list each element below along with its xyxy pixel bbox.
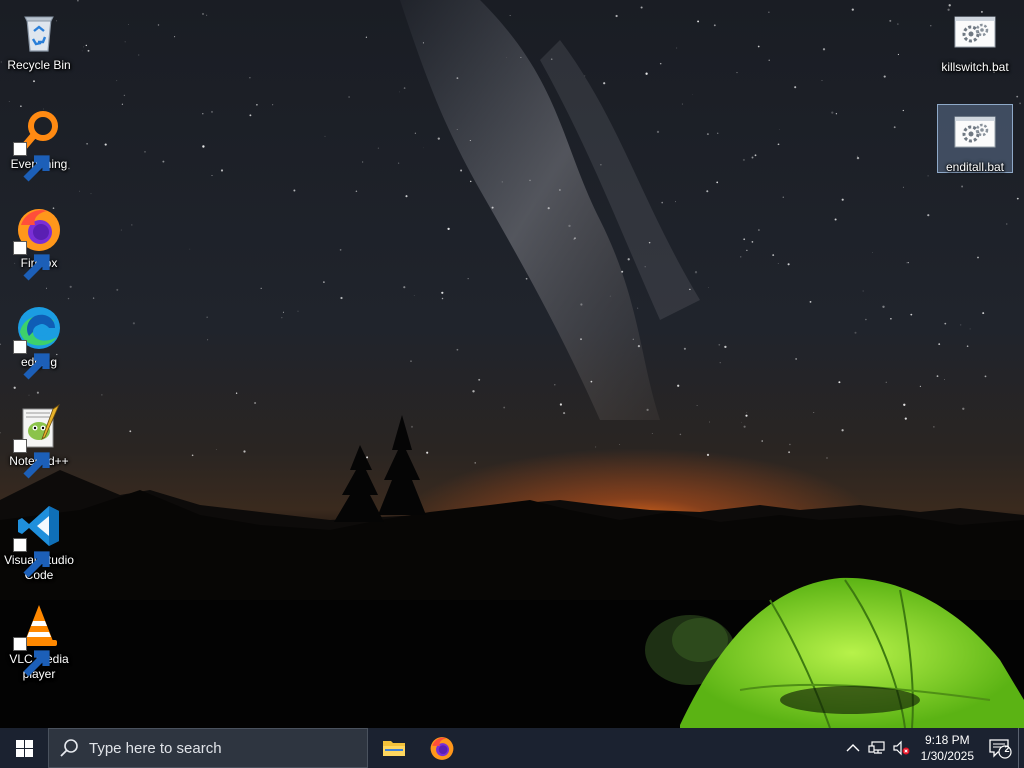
shortcut-arrow-icon bbox=[13, 637, 50, 677]
desktop-icon-vscode[interactable]: Visual Studio Code bbox=[1, 497, 77, 584]
taskbar-app-file-explorer[interactable] bbox=[370, 728, 418, 768]
start-button[interactable] bbox=[0, 728, 48, 768]
notepadpp-icon bbox=[13, 403, 63, 479]
shortcut-arrow-icon bbox=[13, 340, 50, 380]
wallpaper-night-sky-tent bbox=[0, 0, 1024, 728]
vscode-icon bbox=[13, 502, 63, 578]
taskbar-search-box[interactable]: Type here to search bbox=[48, 728, 368, 768]
desktop-icon-everything[interactable]: Everything bbox=[1, 101, 77, 182]
volume-muted-icon bbox=[893, 740, 910, 756]
shortcut-arrow-icon bbox=[13, 241, 50, 281]
desktop-icon-label: killswitch.bat bbox=[941, 60, 1009, 74]
network-icon bbox=[868, 741, 885, 754]
windows-logo-icon bbox=[15, 739, 33, 757]
desktop-icon-edge[interactable]: edging bbox=[1, 299, 77, 380]
network-button[interactable] bbox=[865, 728, 889, 768]
vlc-icon bbox=[13, 601, 63, 677]
action-center-button[interactable]: 2 bbox=[982, 728, 1018, 768]
volume-button[interactable] bbox=[889, 728, 913, 768]
desktop-icon-vlc[interactable]: VLC media player bbox=[1, 596, 77, 683]
search-placeholder: Type here to search bbox=[89, 739, 222, 757]
taskbar-clock[interactable]: 9:18 PM 1/30/2025 bbox=[913, 732, 982, 764]
desktop-icon-label: enditall.bat bbox=[945, 160, 1005, 174]
firefox-icon bbox=[430, 737, 454, 760]
desktop-icon-label: Recycle Bin bbox=[7, 58, 71, 72]
search-icon bbox=[60, 739, 78, 757]
taskbar-app-firefox[interactable] bbox=[418, 728, 466, 768]
taskbar: Type here to search 9:18 PM 1/30/2025 2 bbox=[0, 728, 1024, 768]
chevron-up-icon bbox=[846, 744, 860, 752]
folder-icon bbox=[383, 741, 405, 756]
desktop-icon-recycle-bin[interactable]: Recycle Bin bbox=[1, 2, 77, 74]
clock-time: 9:18 PM bbox=[924, 733, 970, 747]
desktop-wallpaper bbox=[0, 0, 1024, 728]
notification-count-badge: 2 bbox=[1004, 744, 1010, 754]
show-desktop-button[interactable] bbox=[1018, 728, 1024, 768]
recycle-bin-icon bbox=[15, 7, 63, 55]
shortcut-arrow-icon bbox=[13, 439, 50, 479]
edge-icon bbox=[13, 304, 63, 380]
system-tray: 9:18 PM 1/30/2025 2 bbox=[841, 728, 1024, 768]
clock-date: 1/30/2025 bbox=[920, 749, 974, 763]
desktop-icon-notepadpp[interactable]: Notepad++ bbox=[1, 398, 77, 479]
everything-search-icon bbox=[13, 106, 63, 182]
shortcut-arrow-icon bbox=[13, 142, 50, 182]
desktop-icon-firefox[interactable]: Firefox bbox=[1, 200, 77, 281]
shortcut-arrow-icon bbox=[13, 538, 50, 578]
desktop-icon-enditall-bat[interactable]: enditall.bat bbox=[937, 104, 1013, 174]
batch-file-icon bbox=[951, 9, 999, 57]
firefox-icon bbox=[13, 205, 63, 281]
desktop-icon-killswitch-bat[interactable]: killswitch.bat bbox=[937, 4, 1013, 76]
show-hidden-icons-button[interactable] bbox=[841, 728, 865, 768]
batch-file-icon bbox=[951, 109, 999, 157]
